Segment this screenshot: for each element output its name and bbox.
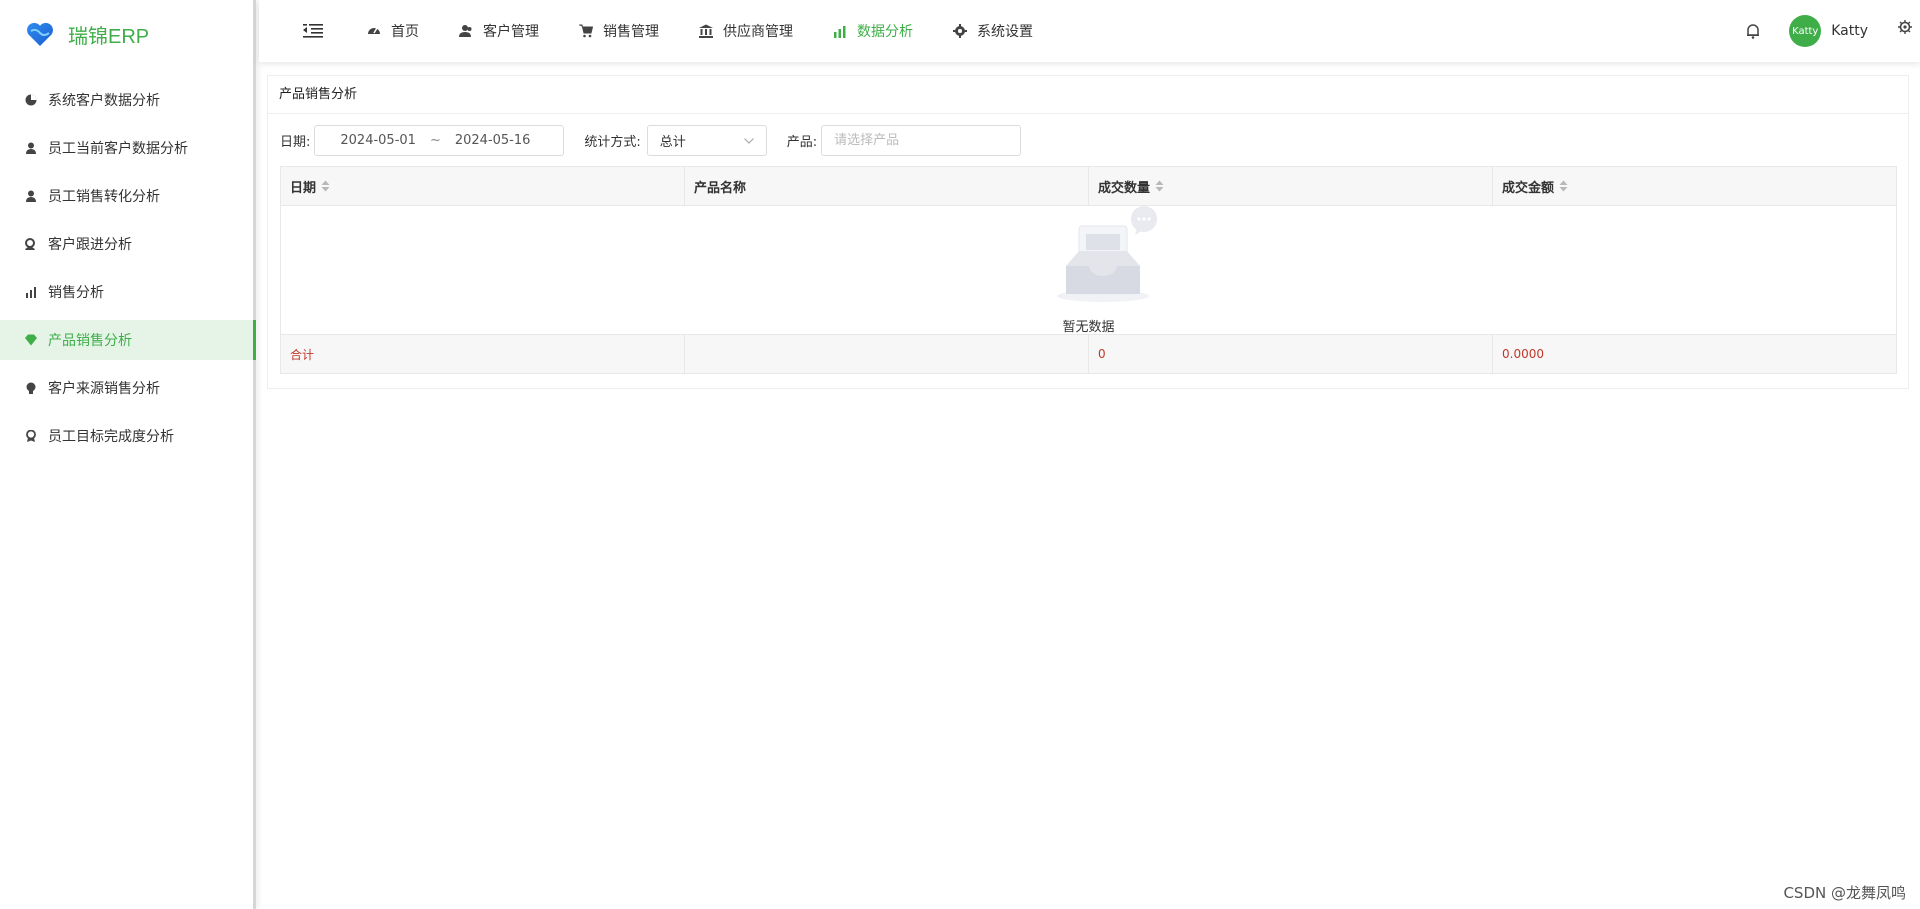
watermark: CSDN @龙舞凤鸣 <box>1783 884 1906 902</box>
summary-quantity: 0 <box>1089 335 1493 373</box>
date-start[interactable]: 2024-05-01 <box>340 133 416 148</box>
avatar[interactable]: Katty <box>1789 15 1822 47</box>
nav-sales-management[interactable]: 销售管理 <box>579 21 659 41</box>
content-card: 产品销售分析 日期: 2024-05-01 ~ 2024-05-16 统计方式:… <box>267 75 1909 389</box>
column-label: 产品名称 <box>694 180 747 196</box>
column-label: 成交金额 <box>1502 180 1555 196</box>
chevron-down-icon <box>743 133 754 148</box>
sidebar-item-label: 员工当前客户数据分析 <box>48 141 188 157</box>
nav-supplier-management[interactable]: 供应商管理 <box>699 21 793 41</box>
users-icon <box>459 24 473 38</box>
sidebar-item-employee-target-analysis[interactable]: 员工目标完成度分析 <box>0 416 253 456</box>
award-icon <box>24 429 38 443</box>
gear-icon <box>953 24 967 38</box>
user-icon <box>24 141 38 155</box>
summary-label: 合计 <box>281 335 685 373</box>
heart-logo-icon <box>27 22 53 46</box>
sort-icon[interactable] <box>1559 180 1568 192</box>
column-label: 日期 <box>290 180 317 196</box>
bulb-icon <box>24 381 38 395</box>
method-label: 统计方式: <box>584 134 641 150</box>
sidebar-item-label: 产品销售分析 <box>48 333 132 349</box>
filter-row: 日期: 2024-05-01 ~ 2024-05-16 统计方式: 总计 产品: <box>268 124 1908 156</box>
sidebar: 瑞锦ERP 系统客户数据分析 员工当前客户数据分析 员工销售转化分析 客户跟进分… <box>0 0 256 909</box>
menu-collapse-icon[interactable] <box>303 22 325 40</box>
settings-gear-icon[interactable] <box>1898 20 1912 34</box>
diamond-icon <box>24 333 38 347</box>
column-header-date[interactable]: 日期 <box>281 167 685 205</box>
nav-system-settings[interactable]: 系统设置 <box>953 21 1033 41</box>
date-separator: ~ <box>429 132 441 148</box>
summary-product-name <box>685 335 1089 373</box>
empty-inbox-icon <box>1057 206 1157 302</box>
top-nav: 首页 客户管理 销售管理 供应商管理 数据分析 系统设置 <box>367 21 1073 41</box>
sidebar-item-system-customer-analysis[interactable]: 系统客户数据分析 <box>0 80 253 120</box>
sidebar-item-label: 系统客户数据分析 <box>48 93 160 109</box>
sidebar-item-label: 员工销售转化分析 <box>48 189 160 205</box>
user-search-icon <box>24 237 38 251</box>
nav-home[interactable]: 首页 <box>367 21 419 41</box>
product-input[interactable] <box>821 124 1022 156</box>
sort-icon[interactable] <box>321 180 330 192</box>
summary-amount: 0.0000 <box>1502 347 1544 361</box>
column-header-quantity[interactable]: 成交数量 <box>1089 167 1493 205</box>
bell-icon[interactable] <box>1745 23 1761 39</box>
user-icon <box>24 189 38 203</box>
nav-label: 首页 <box>391 24 419 40</box>
sidebar-item-employee-customer-analysis[interactable]: 员工当前客户数据分析 <box>0 128 253 168</box>
sales-table: 日期 产品名称 成交数量 成交金额 暂无数据 合计 0 0.0000 <box>280 166 1897 374</box>
username[interactable]: Katty <box>1831 23 1868 39</box>
sidebar-menu: 系统客户数据分析 员工当前客户数据分析 员工销售转化分析 客户跟进分析 销售分析… <box>0 80 256 456</box>
table-header: 日期 产品名称 成交数量 成交金额 <box>281 167 1896 206</box>
sort-icon[interactable] <box>1155 180 1164 192</box>
date-range-picker[interactable]: 2024-05-01 ~ 2024-05-16 <box>314 124 565 156</box>
sidebar-item-sales-analysis[interactable]: 销售分析 <box>0 272 253 312</box>
date-label: 日期: <box>280 134 311 150</box>
header-user-area: Katty Katty <box>1745 0 1920 62</box>
page-title: 产品销售分析 <box>268 76 1908 114</box>
table-body: 暂无数据 <box>281 206 1896 335</box>
sidebar-item-label: 客户来源销售分析 <box>48 381 160 397</box>
sidebar-item-product-sales-analysis[interactable]: 产品销售分析 <box>0 320 256 360</box>
sidebar-item-followup-analysis[interactable]: 客户跟进分析 <box>0 224 253 264</box>
sidebar-item-label: 客户跟进分析 <box>48 237 132 253</box>
sidebar-item-sales-conversion-analysis[interactable]: 员工销售转化分析 <box>0 176 253 216</box>
nav-label: 客户管理 <box>483 24 539 40</box>
product-label: 产品: <box>786 134 818 150</box>
date-end[interactable]: 2024-05-16 <box>455 133 531 148</box>
sidebar-item-customer-source-analysis[interactable]: 客户来源销售分析 <box>0 368 253 408</box>
dashboard-icon <box>367 24 381 38</box>
column-header-product-name: 产品名称 <box>685 167 1089 205</box>
empty-text: 暂无数据 <box>1062 320 1115 335</box>
nav-label: 数据分析 <box>857 24 913 40</box>
top-header: 首页 客户管理 销售管理 供应商管理 数据分析 系统设置 Katty Katty <box>259 0 1920 62</box>
bar-chart-icon <box>24 285 38 299</box>
method-select[interactable]: 总计 <box>646 124 767 156</box>
pie-icon <box>24 93 38 107</box>
nav-customer-management[interactable]: 客户管理 <box>459 21 539 41</box>
sidebar-item-label: 员工目标完成度分析 <box>48 429 174 445</box>
column-label: 成交数量 <box>1098 180 1151 196</box>
nav-data-analysis[interactable]: 数据分析 <box>833 21 913 41</box>
bank-icon <box>699 24 713 38</box>
nav-label: 销售管理 <box>603 24 659 40</box>
method-value: 总计 <box>659 134 686 150</box>
column-header-amount[interactable]: 成交金额 <box>1493 167 1896 205</box>
cart-icon <box>579 24 593 38</box>
nav-label: 供应商管理 <box>723 24 793 40</box>
bar-chart-icon <box>833 24 847 38</box>
app-title: 瑞锦ERP <box>68 25 150 48</box>
table-footer-summary: 合计 0 0.0000 <box>281 334 1896 373</box>
logo[interactable]: 瑞锦ERP <box>0 0 253 68</box>
sidebar-item-label: 销售分析 <box>48 285 104 301</box>
nav-label: 系统设置 <box>977 24 1033 40</box>
